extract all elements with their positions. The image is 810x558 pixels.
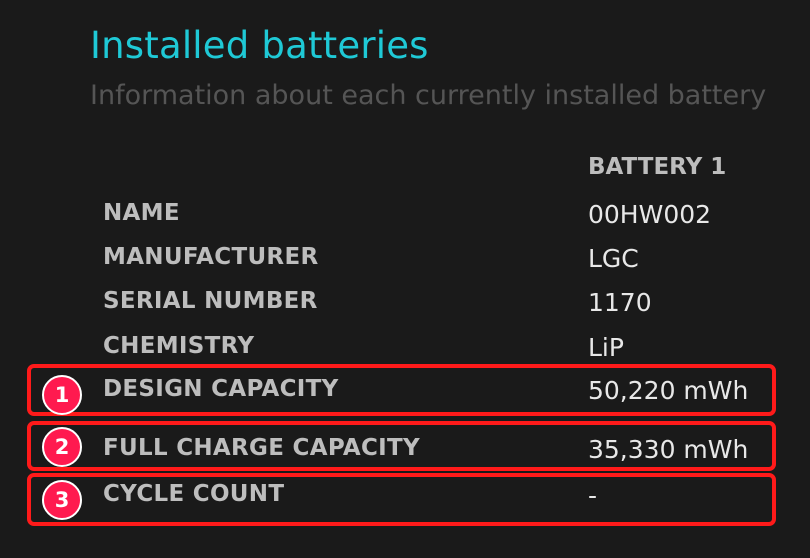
row-label: DESIGN CAPACITY [103,376,339,402]
row-value: - [588,481,598,510]
row-value: 00HW002 [588,200,712,229]
row-label: FULL CHARGE CAPACITY [103,435,420,461]
row-value: LiP [588,333,624,362]
row-label: CYCLE COUNT [103,481,285,507]
page-title: Installed batteries [90,24,429,67]
row-value: 50,220 mWh [588,376,749,405]
row-value: 35,330 mWh [588,435,749,464]
row-label: NAME [103,200,180,226]
row-value: LGC [588,244,639,273]
battery-column-header: BATTERY 1 [588,154,727,180]
table-row-design-capacity: DESIGN CAPACITY 50,220 mWh [0,376,810,410]
row-value: 1170 [588,288,652,317]
table-row-chemistry: CHEMISTRY LiP [0,333,810,367]
table-row-serial-number: SERIAL NUMBER 1170 [0,288,810,322]
table-row-full-charge-capacity: FULL CHARGE CAPACITY 35,330 mWh [0,435,810,469]
table-row-name: NAME 00HW002 [0,200,810,234]
table-row-manufacturer: MANUFACTURER LGC [0,244,810,278]
row-label: MANUFACTURER [103,244,319,270]
row-label: CHEMISTRY [103,333,255,359]
table-row-cycle-count: CYCLE COUNT - [0,481,810,515]
row-label: SERIAL NUMBER [103,288,318,314]
page-subtitle: Information about each currently install… [90,80,767,111]
battery-report-page: Installed batteries Information about ea… [0,0,810,558]
